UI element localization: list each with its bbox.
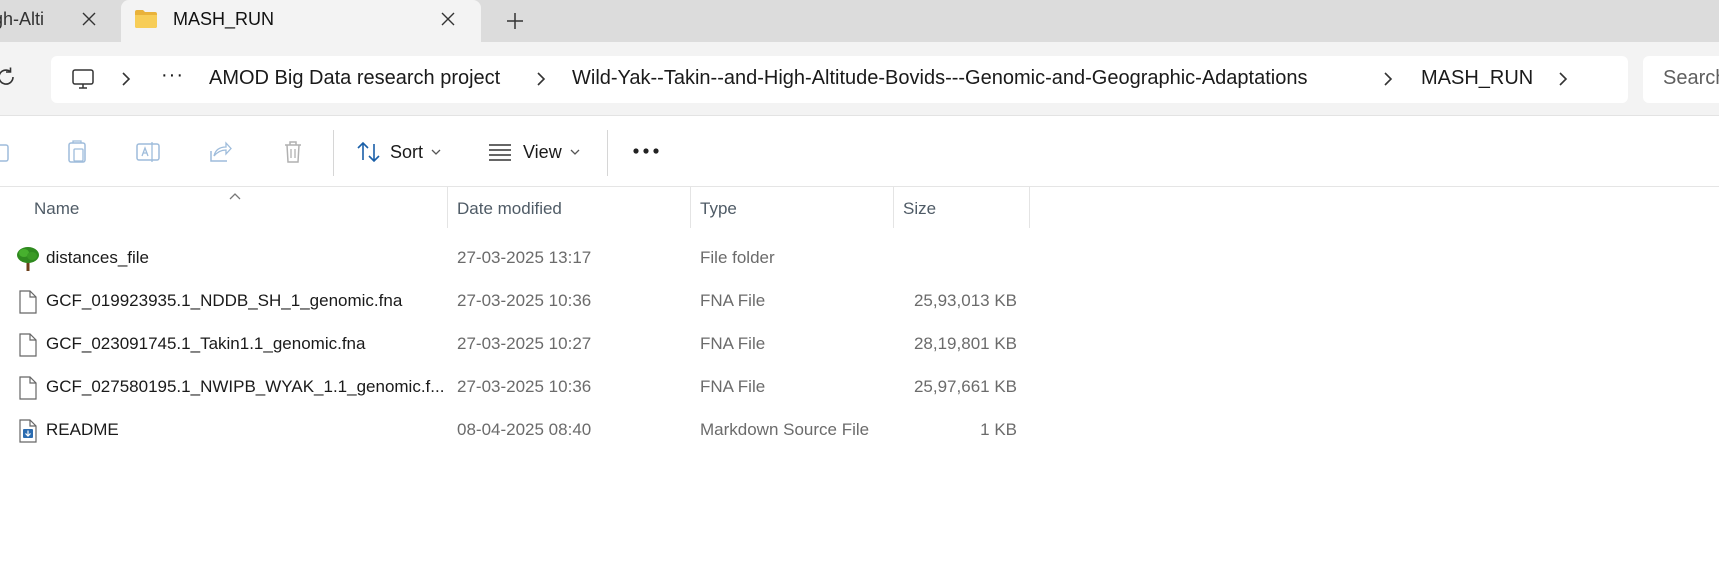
file-icon [19,376,37,400]
breadcrumb[interactable]: ··· AMOD Big Data research project Wild-… [51,56,1628,103]
view-list-icon [489,144,511,161]
view-label: View [523,141,562,162]
column-divider[interactable] [1029,187,1030,228]
list-item[interactable]: GCF_019923935.1_NDDB_SH_1_genomic.fna 27… [0,280,1030,323]
sort-ascending-icon [229,193,241,200]
column-divider[interactable] [690,187,691,228]
column-header-date[interactable]: Date modified [457,199,562,219]
toolbar-divider [607,130,608,176]
file-size: 25,97,661 KB [913,377,1017,396]
column-divider[interactable] [893,187,894,228]
file-name: GCF_019923935.1_NDDB_SH_1_genomic.fna [46,291,403,310]
file-date: 27-03-2025 10:36 [457,291,592,310]
tab-title: igh-Alti [0,9,45,29]
new-tab-button[interactable] [501,7,529,35]
file-type: File folder [700,248,775,267]
file-type: FNA File [700,291,766,310]
file-type: FNA File [700,377,766,396]
toolbar-divider [333,130,334,176]
close-icon [441,12,455,26]
this-pc-icon[interactable] [71,67,95,91]
view-button[interactable]: View [487,136,580,168]
chevron-down-icon [431,149,441,155]
chevron-right-icon[interactable] [534,70,548,88]
tab-title: MASH_RUN [173,9,275,29]
file-size: 25,93,013 KB [913,291,1017,310]
command-bar: Sort View [0,117,1719,187]
file-date: 08-04-2025 08:40 [457,420,592,439]
file-name: distances_file [46,248,150,267]
refresh-icon[interactable] [0,65,18,89]
file-icon [19,290,37,314]
file-size: 1 KB [980,420,1017,439]
tab-strip: igh-Alti MASH_RUN [0,0,1719,43]
rename-icon[interactable] [135,139,161,165]
chevron-right-icon[interactable] [1381,70,1395,88]
file-size: 28,19,801 KB [913,334,1017,353]
tab-inactive[interactable]: igh-Alti [0,0,118,42]
file-name: GCF_027580195.1_NWIPB_WYAK_1.1_genomic.f… [46,377,445,396]
file-date: 27-03-2025 13:17 [457,248,592,267]
search-placeholder: Search [1663,67,1719,89]
file-type: FNA File [700,334,766,353]
file-name: README [46,420,119,439]
column-header-size[interactable]: Size [903,199,936,219]
breadcrumb-item-wild-yak[interactable]: Wild-Yak--Takin--and-High-Altitude-Bovid… [572,67,1307,90]
breadcrumb-item-project[interactable]: AMOD Big Data research project [209,67,500,90]
list-item[interactable]: GCF_027580195.1_NWIPB_WYAK_1.1_genomic.f… [0,366,1030,409]
markdown-file-icon [19,419,37,443]
sort-button[interactable]: Sort [356,136,441,168]
sort-label: Sort [390,141,424,162]
folder-icon [135,10,157,28]
tree-folder-icon [17,247,39,271]
address-bar-area: ··· AMOD Big Data research project Wild-… [0,42,1719,116]
column-divider[interactable] [447,187,448,228]
sort-icon [357,141,380,163]
column-header-type[interactable]: Type [700,199,737,219]
tab-active[interactable]: MASH_RUN [121,0,481,43]
close-tab-button[interactable] [438,9,458,29]
breadcrumb-item-current[interactable]: MASH_RUN [1421,67,1533,90]
more-options-icon[interactable] [631,141,661,161]
chevron-down-icon [570,149,580,155]
list-item[interactable]: distances_file 27-03-2025 13:17 File fol… [0,237,1030,280]
file-date: 27-03-2025 10:27 [457,334,592,353]
column-header-name[interactable]: Name [34,199,79,219]
paste-icon[interactable] [64,139,90,165]
search-input[interactable]: Search [1643,56,1719,103]
list-header: Name Date modified Type Size [0,187,1719,230]
close-icon [82,12,96,26]
breadcrumb-overflow[interactable]: ··· [161,64,184,87]
copy-icon[interactable] [0,139,16,165]
chevron-right-icon[interactable] [1556,70,1570,88]
list-item[interactable]: GCF_023091745.1_Takin1.1_genomic.fna 27-… [0,323,1030,366]
plus-icon [507,13,523,29]
close-tab-button[interactable] [79,9,99,29]
file-type: Markdown Source File [700,420,870,439]
list-item[interactable]: README 08-04-2025 08:40 Markdown Source … [0,409,1030,452]
delete-icon[interactable] [280,139,306,165]
file-date: 27-03-2025 10:36 [457,377,592,396]
file-name: GCF_023091745.1_Takin1.1_genomic.fna [46,334,366,353]
file-icon [19,333,37,357]
share-icon[interactable] [207,139,233,165]
chevron-right-icon[interactable] [119,70,133,88]
